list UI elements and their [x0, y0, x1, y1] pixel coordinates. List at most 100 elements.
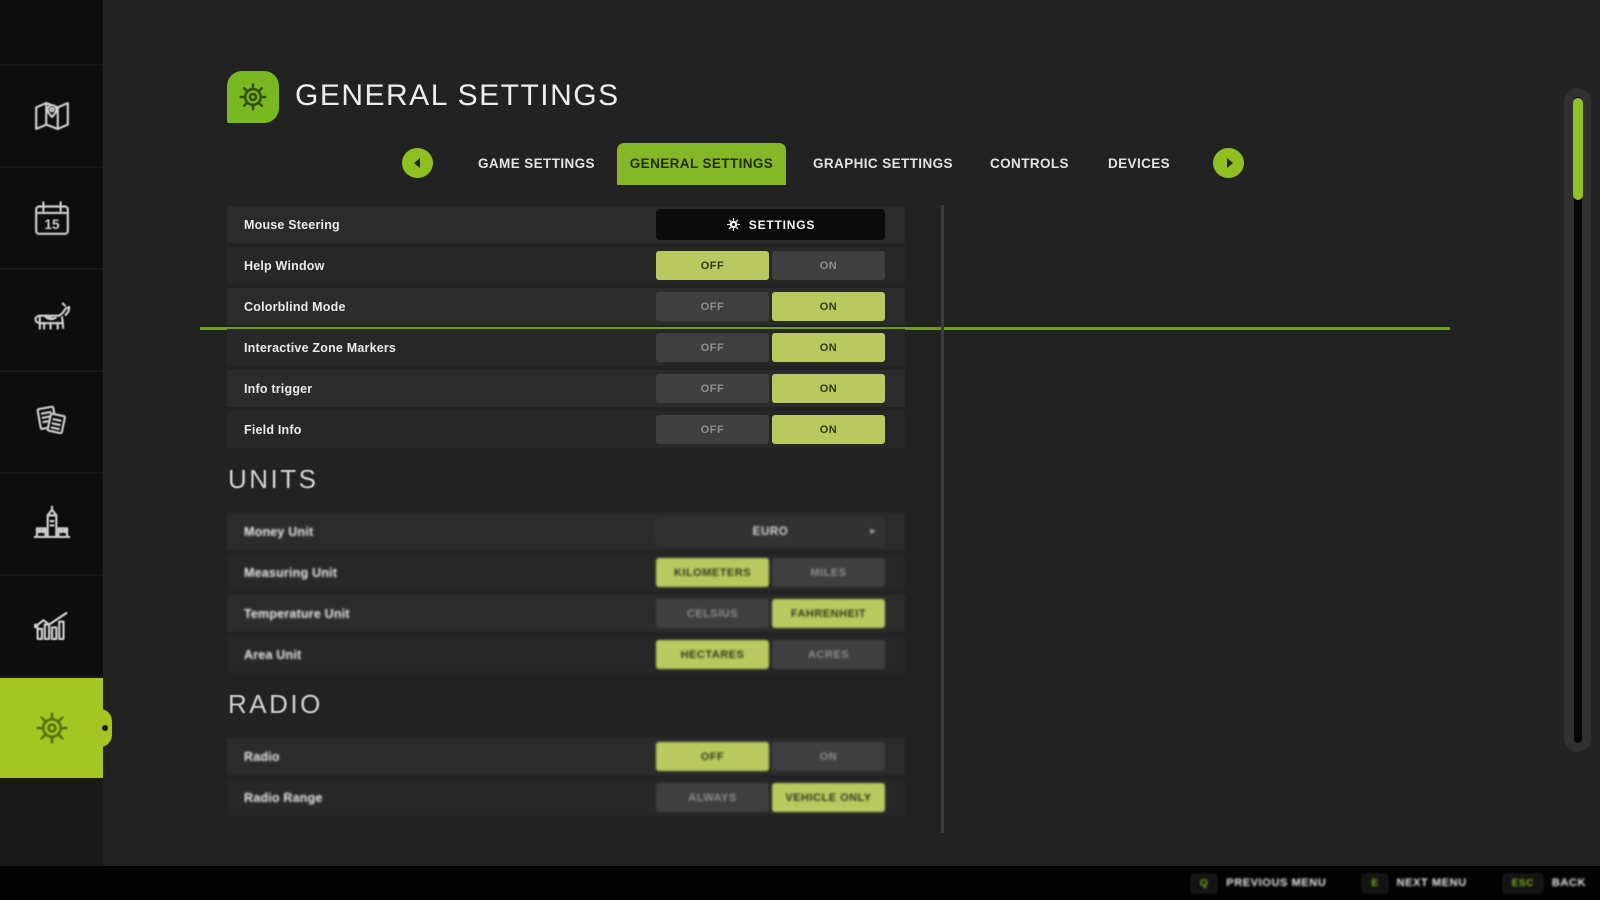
setting-row: Colorblind Mode OFFON	[227, 288, 905, 325]
setting-label: Measuring Unit	[227, 566, 337, 580]
section-heading: RADIO	[228, 689, 905, 720]
gear-icon	[235, 79, 271, 115]
page-scrollbar[interactable]	[1564, 88, 1591, 752]
setting-control: HECTARESACRES	[656, 640, 885, 669]
sidebar-item-settings[interactable]	[0, 678, 103, 778]
hint-previous-menu[interactable]: Q PREVIOUS MENU	[1191, 874, 1326, 893]
hint-label: NEXT MENU	[1397, 877, 1467, 889]
toggle-option-off[interactable]: OFF	[656, 333, 769, 362]
setting-label: Mouse Steering	[227, 218, 340, 232]
toggle-option-on[interactable]: ON	[772, 251, 885, 280]
setting-label: Temperature Unit	[227, 607, 350, 621]
map-icon	[29, 95, 75, 137]
hint-next-menu[interactable]: ENEXT MENU	[1362, 874, 1466, 893]
setting-control: OFFON	[656, 333, 885, 362]
setting-label: Money Unit	[227, 525, 313, 539]
animals-icon	[29, 299, 75, 341]
sidebar-item-animals[interactable]	[0, 270, 103, 370]
tab-game-settings[interactable]: GAME SETTINGS	[478, 143, 595, 185]
toggle-group: HECTARESACRES	[656, 640, 885, 669]
section-heading: UNITS	[228, 464, 905, 495]
setting-label: Field Info	[227, 423, 302, 437]
setting-label: Info trigger	[227, 382, 312, 396]
setting-control: KILOMETERSMILES	[656, 558, 885, 587]
setting-row: Money Unit EURO▸	[227, 513, 905, 550]
toggle-option-fahrenheit[interactable]: FAHRENHEIT	[772, 599, 885, 628]
tab-devices[interactable]: DEVICES	[1108, 143, 1170, 185]
toggle-group: OFFON	[656, 333, 885, 362]
gear-icon	[726, 217, 741, 232]
tab-graphic-settings[interactable]: GRAPHIC SETTINGS	[813, 143, 953, 185]
page-icon-chip	[227, 71, 279, 123]
tab-general-settings[interactable]: GENERAL SETTINGS	[617, 143, 786, 185]
sidebar-item-contracts[interactable]	[0, 372, 103, 472]
setting-control: OFFON	[656, 415, 885, 444]
page-scrollbar-thumb[interactable]	[1573, 98, 1583, 200]
sidebar-item-production[interactable]	[0, 474, 103, 574]
setting-control: OFFON	[656, 374, 885, 403]
toggle-option-off[interactable]: OFF	[656, 374, 769, 403]
hint-back[interactable]: ESCBACK	[1503, 874, 1586, 893]
bottom-hint-bar: Q PREVIOUS MENU ENEXT MENU ESCBACK	[0, 866, 1600, 900]
toggle-option-off[interactable]: OFF	[656, 742, 769, 771]
setting-control: OFFON	[656, 742, 885, 771]
toggle-option-always[interactable]: ALWAYS	[656, 783, 769, 812]
mouse-steering-settings-button[interactable]: SETTINGS	[656, 209, 885, 240]
left-arrow-icon	[414, 158, 420, 168]
toggle-option-celsius[interactable]: CELSIUS	[656, 599, 769, 628]
statistics-icon	[29, 605, 75, 647]
setting-row: Mouse Steering SETTINGS	[227, 206, 905, 243]
page-title: GENERAL SETTINGS	[295, 79, 620, 113]
toggle-group: OFFON	[656, 251, 885, 280]
settings-icon	[29, 707, 75, 749]
content-scrollbar[interactable]	[941, 205, 944, 833]
toggle-option-on[interactable]: ON	[772, 742, 885, 771]
calendar-day: 15	[44, 217, 60, 232]
toggle-option-hectares[interactable]: HECTARES	[656, 640, 769, 669]
toggle-option-on[interactable]: ON	[772, 415, 885, 444]
setting-control: OFFON	[656, 292, 885, 321]
toggle-option-off[interactable]: OFF	[656, 415, 769, 444]
setting-control: SETTINGS	[656, 210, 885, 239]
toggle-option-on[interactable]: ON	[772, 292, 885, 321]
toggle-option-kilometers[interactable]: KILOMETERS	[656, 558, 769, 587]
setting-row: Field Info OFFON	[227, 411, 905, 448]
sidebar-item-statistics[interactable]	[0, 576, 103, 676]
setting-label: Colorblind Mode	[227, 300, 346, 314]
button-label: SETTINGS	[749, 218, 815, 232]
sidebar-item-calendar[interactable]: 15	[0, 168, 103, 268]
setting-label: Help Window	[227, 259, 325, 273]
toggle-option-vehicle-only[interactable]: VEHICLE ONLY	[772, 783, 885, 812]
toggle-option-on[interactable]: ON	[772, 333, 885, 362]
toggle-option-off[interactable]: OFF	[656, 292, 769, 321]
toggle-option-miles[interactable]: MILES	[772, 558, 885, 587]
toggle-group: OFFON	[656, 415, 885, 444]
settings-list: Mouse Steering SETTINGSHelp WindowOFFONC…	[227, 206, 905, 820]
toggle-option-acres[interactable]: ACRES	[772, 640, 885, 669]
setting-row: Area UnitHECTARESACRES	[227, 636, 905, 673]
toggle-group: OFFON	[656, 742, 885, 771]
toggle-group: ALWAYSVEHICLE ONLY	[656, 783, 885, 812]
right-arrow-icon	[1227, 158, 1233, 168]
setting-control: OFFON	[656, 251, 885, 280]
toggle-group: KILOMETERSMILES	[656, 558, 885, 587]
setting-row: Temperature Unit CELSIUSFAHRENHEIT	[227, 595, 905, 632]
setting-row: Radio RangeALWAYSVEHICLE ONLY	[227, 779, 905, 816]
sidebar-item-map[interactable]	[0, 66, 103, 166]
toggle-option-off[interactable]: OFF	[656, 251, 769, 280]
tab-controls[interactable]: CONTROLS	[990, 143, 1069, 185]
contracts-icon	[29, 401, 75, 443]
setting-control: CELSIUSFAHRENHEIT	[656, 599, 885, 628]
tab-bar: GAME SETTINGS GENERAL SETTINGS GRAPHIC SET…	[103, 143, 1600, 185]
key-badge: Q	[1191, 874, 1217, 893]
production-icon	[29, 503, 75, 545]
money-unit-dropdown[interactable]: EURO▸	[656, 517, 885, 546]
tabs-next-arrow[interactable]	[1213, 148, 1244, 178]
hint-label: PREVIOUS MENU	[1226, 877, 1326, 889]
sidebar: 15	[0, 0, 103, 900]
toggle-option-on[interactable]: ON	[772, 374, 885, 403]
toggle-group: CELSIUSFAHRENHEIT	[656, 599, 885, 628]
calendar-icon: 15	[29, 197, 75, 239]
tabs-prev-arrow[interactable]	[402, 148, 433, 178]
toggle-group: OFFON	[656, 292, 885, 321]
